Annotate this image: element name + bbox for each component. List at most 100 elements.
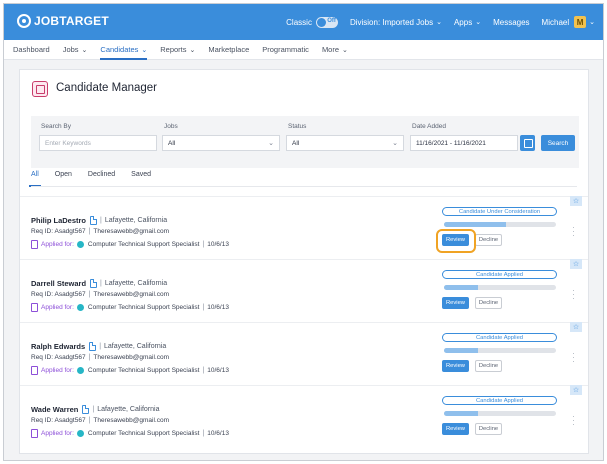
job-title: Computer Technical Support Specialist	[87, 367, 200, 374]
status-select[interactable]: All ⌄	[286, 135, 404, 151]
candidate-req-line: Req ID: Asadgt567 | Theresawebb@gmail.co…	[31, 354, 169, 361]
candidate-name[interactable]: Wade Warren	[31, 405, 78, 414]
more-options-icon[interactable]: · · ·	[572, 349, 575, 366]
candidate-name-line: Ralph Edwards | Lafayette, California	[31, 342, 166, 351]
candidate-name[interactable]: Philip LaDestro	[31, 216, 86, 225]
resume-icon[interactable]	[82, 405, 90, 414]
progress-bar	[444, 285, 556, 290]
req-id: Req ID: Asadgt567	[31, 354, 86, 361]
decline-button[interactable]: Decline	[475, 360, 502, 372]
logo-icon	[17, 14, 31, 28]
star-icon[interactable]: ☆	[570, 322, 582, 332]
decline-button[interactable]: Decline	[475, 423, 502, 435]
subnav-item-programmatic[interactable]: Programmatic	[262, 40, 309, 60]
apps-label: Apps	[453, 17, 473, 27]
applied-for-label: Applied for:	[41, 241, 74, 248]
candidate-name[interactable]: Darrell Steward	[31, 279, 86, 288]
date-range-input[interactable]: 11/16/2021 - 11/16/2021	[410, 135, 518, 151]
search-button[interactable]: Search	[541, 135, 575, 151]
tab-saved[interactable]: Saved	[131, 171, 151, 185]
division-label: Division: Imported Jobs	[349, 17, 434, 27]
toggle-knob	[316, 17, 326, 27]
chevron-down-icon: ⌄	[81, 46, 88, 54]
resume-icon[interactable]	[90, 216, 98, 225]
candidate-req-line: Req ID: Asadgt567 | Theresawebb@gmail.co…	[31, 228, 169, 235]
tab-open[interactable]: Open	[55, 171, 72, 185]
progress-fill	[444, 222, 506, 227]
separator: |	[100, 217, 102, 224]
date-range-value: 11/16/2021 - 11/16/2021	[416, 139, 486, 147]
search-panel: Search By Enter Keywords Jobs All ⌄ Stat…	[31, 116, 579, 168]
sub-nav: Dashboard Jobs ⌄ Candidates ⌄ Reports ⌄ Mar…	[4, 40, 603, 60]
candidate-location: Lafayette, California	[97, 406, 160, 413]
status-badge: Candidate Applied	[442, 396, 557, 405]
date-added-label: Date Added	[412, 123, 446, 130]
brand-logo[interactable]: JOBTARGET	[17, 14, 109, 28]
jobs-select[interactable]: All ⌄	[162, 135, 280, 151]
subnav-label: Reports	[160, 45, 187, 54]
candidate-location: Lafayette, California	[104, 217, 168, 224]
candidate-email: Theresawebb@gmail.com	[93, 228, 170, 235]
review-button[interactable]: Review	[442, 360, 469, 372]
review-button[interactable]: Review	[442, 297, 469, 309]
subnav-label: Jobs	[62, 45, 79, 54]
apps-dropdown[interactable]: Apps ⌄	[454, 18, 481, 27]
subnav-item-reports[interactable]: Reports ⌄	[160, 40, 195, 60]
resume-icon[interactable]	[89, 342, 97, 351]
chevron-down-icon: ⌄	[475, 19, 482, 26]
search-input[interactable]: Enter Keywords	[39, 135, 157, 151]
star-icon[interactable]: ☆	[570, 385, 582, 395]
job-title: Computer Technical Support Specialist	[87, 241, 200, 248]
subnav-item-marketplace[interactable]: Marketplace	[208, 40, 249, 60]
candidate-name[interactable]: Ralph Edwards	[31, 342, 85, 351]
calendar-icon[interactable]	[520, 135, 535, 151]
decline-button[interactable]: Decline	[475, 234, 502, 246]
applied-for-label: Applied for:	[41, 304, 74, 311]
avatar: M	[574, 16, 587, 28]
classic-toggle[interactable]: Off	[315, 16, 338, 28]
star-icon[interactable]: ☆	[570, 259, 582, 269]
user-name: Michael	[541, 17, 570, 27]
classic-label: Classic	[286, 17, 312, 27]
more-options-icon[interactable]: · · ·	[572, 412, 575, 429]
chevron-down-icon: ⌄	[392, 140, 398, 147]
subnav-item-dashboard[interactable]: Dashboard	[13, 40, 50, 60]
decline-button[interactable]: Decline	[475, 297, 502, 309]
subnav-item-candidates[interactable]: Candidates ⌄	[100, 40, 147, 60]
candidate-email: Theresawebb@gmail.com	[93, 291, 170, 298]
separator: |	[202, 430, 205, 437]
candidate-name-line: Philip LaDestro | Lafayette, California	[31, 216, 167, 225]
candidate-location: Lafayette, California	[104, 280, 168, 287]
candidate-req-line: Req ID: Asadgt567 | Theresawebb@gmail.co…	[31, 417, 169, 424]
candidate-tabs: All Open Declined Saved	[29, 171, 167, 187]
classic-toggle-group[interactable]: Classic Off	[286, 16, 338, 28]
candidate-applied-line: Applied for: Computer Technical Support …	[31, 240, 229, 249]
applied-date: 10/6/13	[207, 367, 229, 374]
candidate-req-line: Req ID: Asadgt567 | Theresawebb@gmail.co…	[31, 291, 169, 298]
job-status-dot	[76, 430, 84, 437]
more-options-icon[interactable]: · · ·	[572, 286, 575, 303]
messages-link[interactable]: Messages	[493, 18, 529, 27]
tab-declined[interactable]: Declined	[88, 171, 115, 185]
chevron-down-icon: ⌄	[589, 19, 595, 26]
user-menu[interactable]: Michael M ⌄	[542, 16, 595, 28]
chevron-down-icon: ⌄	[189, 46, 196, 54]
status-badge: Candidate Applied	[442, 333, 557, 342]
messages-label: Messages	[493, 17, 530, 27]
subnav-item-jobs[interactable]: Jobs ⌄	[63, 40, 88, 60]
candidate-location: Lafayette, California	[104, 343, 167, 350]
division-dropdown[interactable]: Division: Imported Jobs ⌄	[350, 18, 442, 27]
separator: |	[202, 241, 205, 248]
job-title: Computer Technical Support Specialist	[87, 304, 200, 311]
review-button[interactable]: Review	[442, 423, 469, 435]
separator: |	[202, 367, 205, 374]
brand-name: JOBTARGET	[34, 14, 109, 28]
more-options-icon[interactable]: · · ·	[572, 223, 575, 240]
subnav-item-more[interactable]: More ⌄	[322, 40, 348, 60]
search-input-placeholder: Enter Keywords	[45, 139, 91, 147]
chevron-down-icon: ⌄	[141, 46, 148, 54]
tab-all[interactable]: All	[29, 171, 41, 187]
subnav-label: Marketplace	[208, 45, 250, 54]
resume-icon[interactable]	[90, 279, 98, 288]
star-icon[interactable]: ☆	[570, 196, 582, 206]
